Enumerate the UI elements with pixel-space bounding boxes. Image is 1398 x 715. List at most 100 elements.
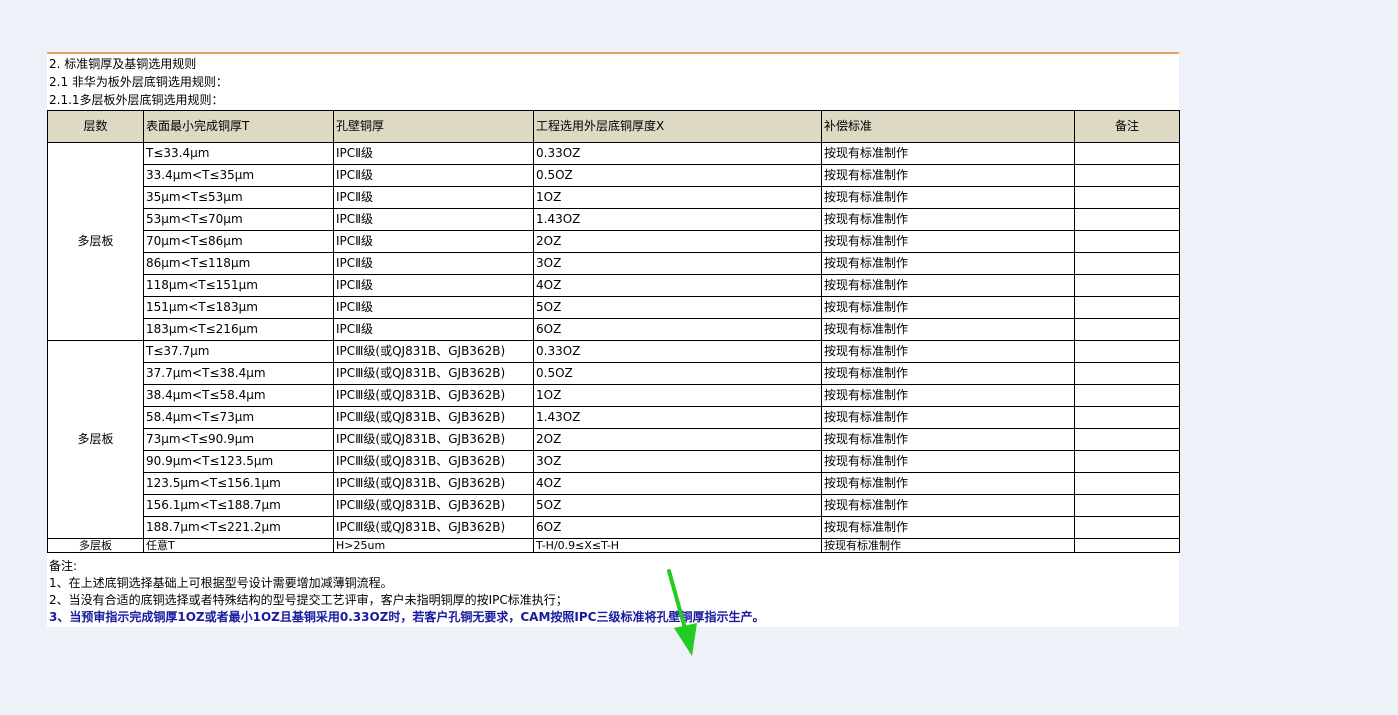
hole-copper-cell[interactable]: IPCⅡ级: [333, 230, 534, 253]
compensation-cell[interactable]: 按现有标准制作: [821, 494, 1075, 517]
base-copper-cell[interactable]: 1OZ: [533, 186, 822, 209]
remarks-cell[interactable]: [1074, 472, 1180, 495]
hole-copper-cell[interactable]: H>25um: [333, 538, 534, 553]
remarks-cell[interactable]: [1074, 516, 1180, 539]
min-copper-cell[interactable]: 70μm<T≤86μm: [143, 230, 334, 253]
header-base-copper[interactable]: 工程选用外层底铜厚度X: [533, 110, 822, 143]
compensation-cell[interactable]: 按现有标准制作: [821, 318, 1075, 341]
header-hole-copper[interactable]: 孔壁铜厚: [333, 110, 534, 143]
min-copper-cell[interactable]: 73μm<T≤90.9μm: [143, 428, 334, 451]
base-copper-cell[interactable]: 2OZ: [533, 230, 822, 253]
base-copper-cell[interactable]: 1.43OZ: [533, 208, 822, 231]
layer-type-cell[interactable]: 多层板: [47, 340, 144, 539]
min-copper-cell[interactable]: 123.5μm<T≤156.1μm: [143, 472, 334, 495]
hole-copper-cell[interactable]: IPCⅢ级(或QJ831B、GJB362B): [333, 516, 534, 539]
remarks-cell[interactable]: [1074, 538, 1180, 553]
base-copper-cell[interactable]: 0.33OZ: [533, 340, 822, 363]
remarks-cell[interactable]: [1074, 296, 1180, 319]
min-copper-cell[interactable]: 188.7μm<T≤221.2μm: [143, 516, 334, 539]
remarks-cell[interactable]: [1074, 208, 1180, 231]
header-compensation[interactable]: 补偿标准: [821, 110, 1075, 143]
min-copper-cell[interactable]: 任意T: [143, 538, 334, 553]
remarks-cell[interactable]: [1074, 384, 1180, 407]
base-copper-cell[interactable]: 3OZ: [533, 252, 822, 275]
hole-copper-cell[interactable]: IPCⅡ级: [333, 164, 534, 187]
remarks-cell[interactable]: [1074, 362, 1180, 385]
base-copper-cell[interactable]: 1.43OZ: [533, 406, 822, 429]
compensation-cell[interactable]: 按现有标准制作: [821, 142, 1075, 165]
remarks-cell[interactable]: [1074, 406, 1180, 429]
hole-copper-cell[interactable]: IPCⅡ级: [333, 274, 534, 297]
hole-copper-cell[interactable]: IPCⅢ级(或QJ831B、GJB362B): [333, 384, 534, 407]
base-copper-cell[interactable]: 4OZ: [533, 472, 822, 495]
remarks-cell[interactable]: [1074, 340, 1180, 363]
compensation-cell[interactable]: 按现有标准制作: [821, 472, 1075, 495]
remarks-cell[interactable]: [1074, 230, 1180, 253]
hole-copper-cell[interactable]: IPCⅡ级: [333, 318, 534, 341]
hole-copper-cell[interactable]: IPCⅡ级: [333, 186, 534, 209]
compensation-cell[interactable]: 按现有标准制作: [821, 516, 1075, 539]
min-copper-cell[interactable]: 53μm<T≤70μm: [143, 208, 334, 231]
min-copper-cell[interactable]: 33.4μm<T≤35μm: [143, 164, 334, 187]
min-copper-cell[interactable]: 118μm<T≤151μm: [143, 274, 334, 297]
hole-copper-cell[interactable]: IPCⅢ级(或QJ831B、GJB362B): [333, 340, 534, 363]
base-copper-cell[interactable]: T-H/0.9≤X≤T-H: [533, 538, 822, 553]
compensation-cell[interactable]: 按现有标准制作: [821, 296, 1075, 319]
remarks-cell[interactable]: [1074, 164, 1180, 187]
header-min-copper[interactable]: 表面最小完成铜厚T: [143, 110, 334, 143]
hole-copper-cell[interactable]: IPCⅢ级(或QJ831B、GJB362B): [333, 406, 534, 429]
compensation-cell[interactable]: 按现有标准制作: [821, 384, 1075, 407]
base-copper-cell[interactable]: 0.33OZ: [533, 142, 822, 165]
compensation-cell[interactable]: 按现有标准制作: [821, 406, 1075, 429]
remarks-cell[interactable]: [1074, 494, 1180, 517]
base-copper-cell[interactable]: 4OZ: [533, 274, 822, 297]
min-copper-cell[interactable]: 183μm<T≤216μm: [143, 318, 334, 341]
remarks-cell[interactable]: [1074, 274, 1180, 297]
hole-copper-cell[interactable]: IPCⅢ级(或QJ831B、GJB362B): [333, 450, 534, 473]
remarks-cell[interactable]: [1074, 450, 1180, 473]
min-copper-cell[interactable]: 86μm<T≤118μm: [143, 252, 334, 275]
compensation-cell[interactable]: 按现有标准制作: [821, 274, 1075, 297]
hole-copper-cell[interactable]: IPCⅢ级(或QJ831B、GJB362B): [333, 428, 534, 451]
remarks-cell[interactable]: [1074, 318, 1180, 341]
compensation-cell[interactable]: 按现有标准制作: [821, 538, 1075, 553]
base-copper-cell[interactable]: 6OZ: [533, 516, 822, 539]
compensation-cell[interactable]: 按现有标准制作: [821, 186, 1075, 209]
min-copper-cell[interactable]: 90.9μm<T≤123.5μm: [143, 450, 334, 473]
remarks-cell[interactable]: [1074, 428, 1180, 451]
header-layers[interactable]: 层数: [47, 110, 144, 143]
min-copper-cell[interactable]: 58.4μm<T≤73μm: [143, 406, 334, 429]
min-copper-cell[interactable]: 35μm<T≤53μm: [143, 186, 334, 209]
compensation-cell[interactable]: 按现有标准制作: [821, 252, 1075, 275]
min-copper-cell[interactable]: 38.4μm<T≤58.4μm: [143, 384, 334, 407]
min-copper-cell[interactable]: T≤37.7μm: [143, 340, 334, 363]
hole-copper-cell[interactable]: IPCⅡ级: [333, 252, 534, 275]
base-copper-cell[interactable]: 6OZ: [533, 318, 822, 341]
base-copper-cell[interactable]: 1OZ: [533, 384, 822, 407]
compensation-cell[interactable]: 按现有标准制作: [821, 428, 1075, 451]
compensation-cell[interactable]: 按现有标准制作: [821, 340, 1075, 363]
base-copper-cell[interactable]: 2OZ: [533, 428, 822, 451]
base-copper-cell[interactable]: 0.5OZ: [533, 164, 822, 187]
hole-copper-cell[interactable]: IPCⅢ级(或QJ831B、GJB362B): [333, 494, 534, 517]
base-copper-cell[interactable]: 5OZ: [533, 296, 822, 319]
compensation-cell[interactable]: 按现有标准制作: [821, 164, 1075, 187]
min-copper-cell[interactable]: T≤33.4μm: [143, 142, 334, 165]
hole-copper-cell[interactable]: IPCⅢ级(或QJ831B、GJB362B): [333, 472, 534, 495]
layer-type-cell[interactable]: 多层板: [47, 538, 144, 553]
base-copper-cell[interactable]: 3OZ: [533, 450, 822, 473]
hole-copper-cell[interactable]: IPCⅡ级: [333, 296, 534, 319]
hole-copper-cell[interactable]: IPCⅡ级: [333, 142, 534, 165]
base-copper-cell[interactable]: 0.5OZ: [533, 362, 822, 385]
compensation-cell[interactable]: 按现有标准制作: [821, 450, 1075, 473]
remarks-cell[interactable]: [1074, 252, 1180, 275]
hole-copper-cell[interactable]: IPCⅢ级(或QJ831B、GJB362B): [333, 362, 534, 385]
remarks-cell[interactable]: [1074, 186, 1180, 209]
base-copper-cell[interactable]: 5OZ: [533, 494, 822, 517]
min-copper-cell[interactable]: 151μm<T≤183μm: [143, 296, 334, 319]
compensation-cell[interactable]: 按现有标准制作: [821, 230, 1075, 253]
remarks-cell[interactable]: [1074, 142, 1180, 165]
layer-type-cell[interactable]: 多层板: [47, 142, 144, 341]
compensation-cell[interactable]: 按现有标准制作: [821, 208, 1075, 231]
compensation-cell[interactable]: 按现有标准制作: [821, 362, 1075, 385]
